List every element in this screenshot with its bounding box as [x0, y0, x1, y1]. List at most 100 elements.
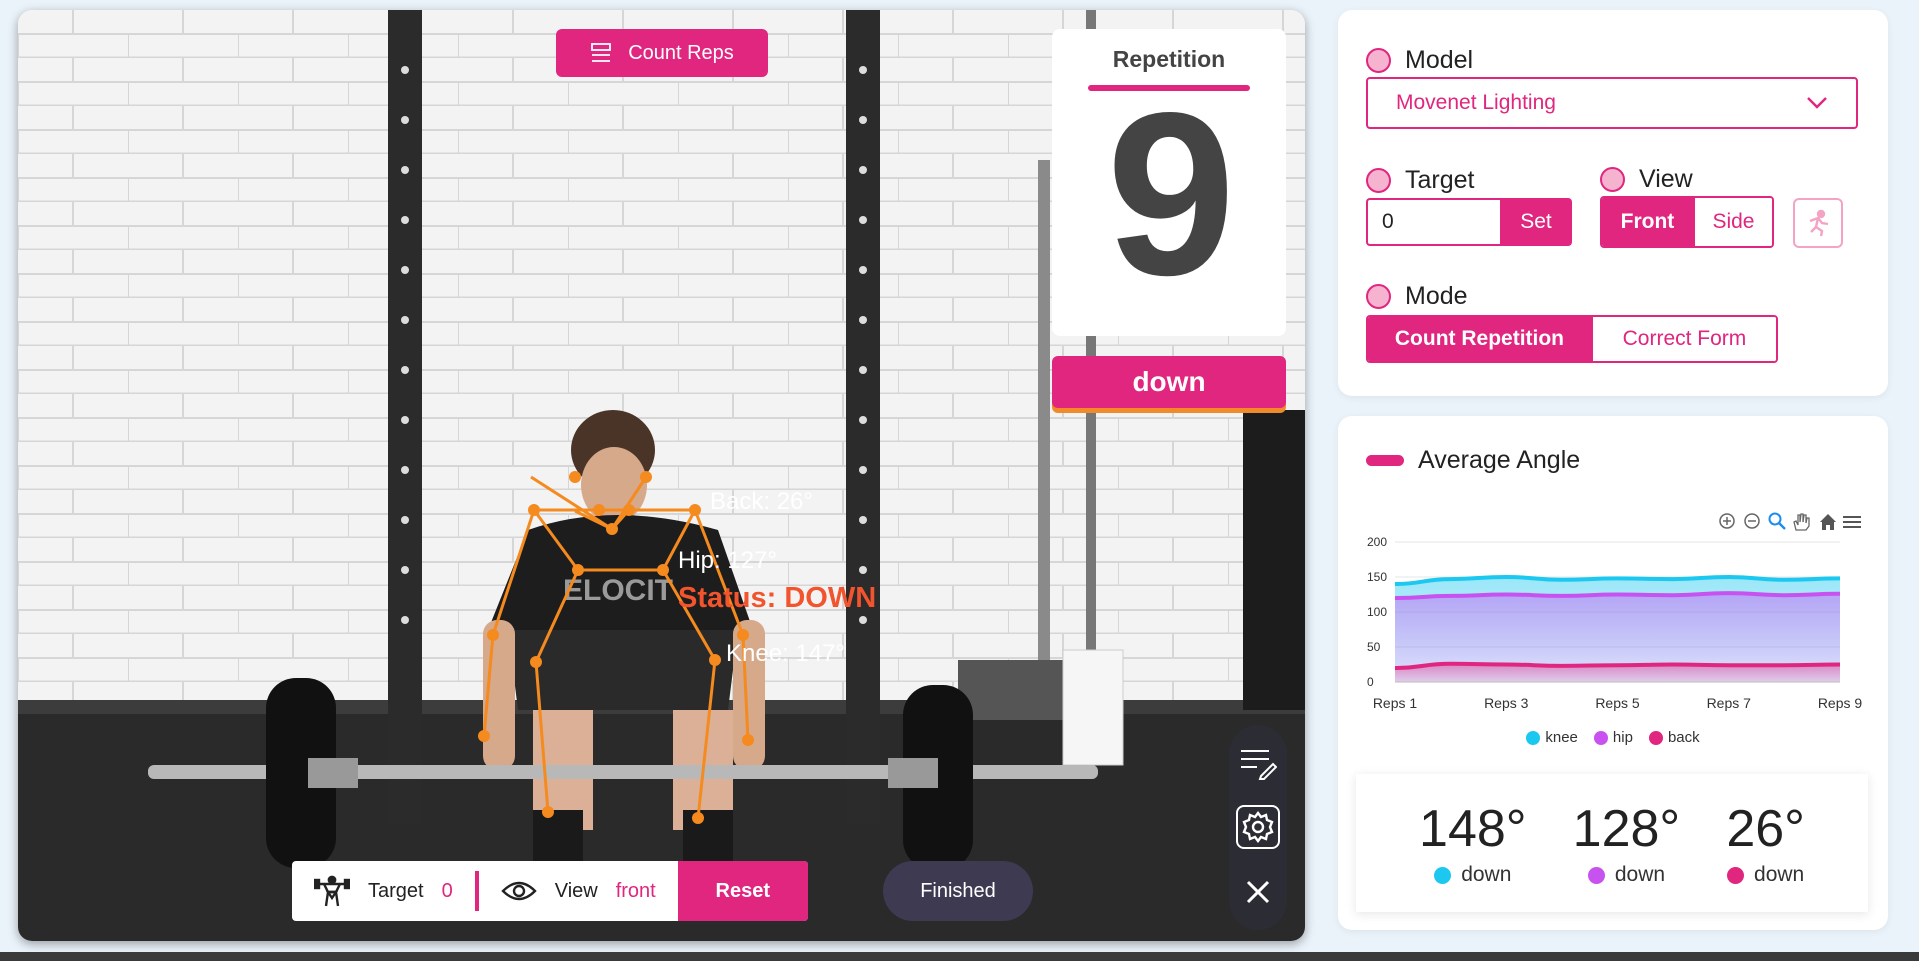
- repetition-count: 9: [1106, 65, 1235, 324]
- eye-icon: [501, 881, 537, 901]
- repetition-card: Repetition 9: [1052, 29, 1286, 336]
- back-angle-value: 26°: [1726, 800, 1805, 858]
- chevron-down-icon: [1807, 97, 1827, 109]
- y-tick-label: 0: [1367, 675, 1374, 689]
- target-input[interactable]: [1366, 198, 1500, 246]
- model-select-value: Movenet Lighting: [1396, 91, 1556, 114]
- chart-legend: knee hip back: [1338, 729, 1888, 746]
- hip-angle-label: Hip: 127°: [678, 547, 777, 574]
- pose-button[interactable]: [1793, 198, 1843, 248]
- view-settings-label: View: [1639, 165, 1693, 193]
- model-select[interactable]: Movenet Lighting: [1366, 77, 1858, 129]
- legend-dot: [1648, 730, 1663, 745]
- y-tick-label: 200: [1367, 535, 1387, 549]
- model-label: Model: [1405, 46, 1474, 74]
- list-icon: [591, 43, 612, 62]
- x-tick-label: Reps 9: [1818, 695, 1863, 711]
- hip-summary: 128° down: [1573, 799, 1681, 887]
- count-reps-button[interactable]: Count Reps: [556, 29, 768, 77]
- x-tick-label: Reps 3: [1484, 695, 1529, 711]
- hip-dot: [1587, 866, 1605, 884]
- model-radio[interactable]: [1366, 48, 1391, 73]
- weightlifter-icon: [314, 875, 350, 907]
- back-summary: 26° down: [1726, 799, 1805, 887]
- knee-status: down: [1461, 863, 1512, 886]
- mode-label: Mode: [1405, 282, 1468, 310]
- average-angle-chart: 050100150200 Reps 1 Reps 3 Reps 5 Reps 7 Rep…: [1367, 512, 1863, 711]
- view-front-option[interactable]: Front: [1602, 198, 1693, 246]
- legend-label: knee: [1545, 729, 1578, 746]
- target-radio[interactable]: [1366, 168, 1391, 193]
- y-tick-label: 100: [1367, 605, 1387, 619]
- pan-icon[interactable]: [1793, 513, 1810, 531]
- target-value: 0: [441, 879, 453, 902]
- knee-dot: [1434, 866, 1452, 884]
- hip-status: down: [1614, 863, 1666, 886]
- finished-status-badge: Finished: [883, 861, 1033, 921]
- target-heading: Target: [1366, 166, 1474, 195]
- edit-list-icon: [1241, 750, 1277, 781]
- settings-button[interactable]: [1236, 805, 1280, 850]
- back-angle-label: Back: 26°: [710, 488, 813, 515]
- hip-angle-value: 128°: [1572, 800, 1681, 858]
- edit-list-button[interactable]: [1236, 741, 1280, 785]
- legend-dot: [1593, 730, 1608, 745]
- zoom-out-icon[interactable]: [1744, 513, 1760, 529]
- mode-toggle: Count Repetition Correct Form: [1366, 315, 1778, 363]
- x-tick-label: Reps 7: [1707, 695, 1752, 711]
- x-axis: Reps 1 Reps 3 Reps 5 Reps 7 Reps 9: [1373, 695, 1863, 711]
- video-toolbar: [1229, 725, 1287, 930]
- legend-item-knee[interactable]: knee: [1526, 729, 1578, 746]
- view-side-option[interactable]: Side: [1692, 198, 1772, 246]
- mode-radio[interactable]: [1366, 284, 1391, 309]
- legend-label: hip: [1612, 729, 1633, 746]
- gear-icon: [1242, 811, 1274, 844]
- legend-dot: [1526, 730, 1541, 745]
- target-label: Target: [368, 879, 424, 902]
- view-label: View: [554, 879, 598, 902]
- legend-label: back: [1667, 729, 1700, 746]
- back-status: down: [1754, 863, 1805, 886]
- bottom-strip: [0, 952, 1919, 961]
- status-label: Status: DOWN: [678, 582, 876, 614]
- mode-correct-form-option[interactable]: Correct Form: [1590, 317, 1776, 361]
- average-angle-panel: Average Angle 0 50 100 150 200 Reps 1 Re…: [1338, 416, 1888, 930]
- view-radio[interactable]: [1600, 167, 1625, 192]
- legend-item-hip[interactable]: hip: [1593, 729, 1633, 746]
- mode-heading: Mode: [1366, 282, 1468, 311]
- knee-angle-value: 148°: [1419, 800, 1527, 858]
- knee-angle-label: Knee: 147°: [726, 640, 845, 667]
- model-heading: Model: [1366, 46, 1473, 75]
- close-icon: [1246, 880, 1270, 903]
- video-feed: ELOCIT Back: 26° Hip: 127° Status: DOWN …: [18, 10, 1305, 941]
- angle-summary: 148° down 128° down 26° down: [1356, 774, 1868, 912]
- legend-item-back[interactable]: back: [1648, 729, 1700, 746]
- set-target-button[interactable]: Set: [1500, 198, 1572, 246]
- x-tick-label: Reps 5: [1595, 695, 1640, 711]
- x-tick-label: Reps 1: [1373, 695, 1418, 711]
- view-toggle: Front Side: [1600, 196, 1774, 248]
- home-icon[interactable]: [1820, 514, 1836, 530]
- y-tick-label: 50: [1367, 640, 1381, 654]
- reset-button[interactable]: Reset: [677, 861, 808, 921]
- video-status-bar: Target 0 View front Reset: [292, 861, 808, 921]
- y-tick-label: 150: [1367, 570, 1387, 584]
- zoom-select-icon[interactable]: [1768, 512, 1786, 530]
- count-reps-label: Count Reps: [628, 41, 734, 64]
- view-value: front: [615, 879, 656, 902]
- view-indicator: View front: [479, 861, 678, 921]
- target-settings-label: Target: [1405, 166, 1475, 194]
- menu-icon[interactable]: [1843, 516, 1861, 528]
- rep-status-badge: down: [1052, 356, 1286, 408]
- view-heading: View: [1600, 165, 1693, 194]
- knee-summary: 148° down: [1419, 799, 1527, 887]
- chart-toolbar: [1719, 512, 1861, 531]
- back-dot: [1727, 866, 1745, 884]
- settings-panel: Model Movenet Lighting Target Set View F…: [1338, 10, 1888, 396]
- zoom-in-icon[interactable]: [1719, 513, 1735, 529]
- target-indicator: Target 0: [292, 861, 475, 921]
- shirt-print: ELOCIT: [563, 574, 673, 607]
- running-figure-icon: [1809, 209, 1829, 237]
- mode-count-option[interactable]: Count Repetition: [1368, 317, 1591, 361]
- close-button[interactable]: [1236, 870, 1280, 914]
